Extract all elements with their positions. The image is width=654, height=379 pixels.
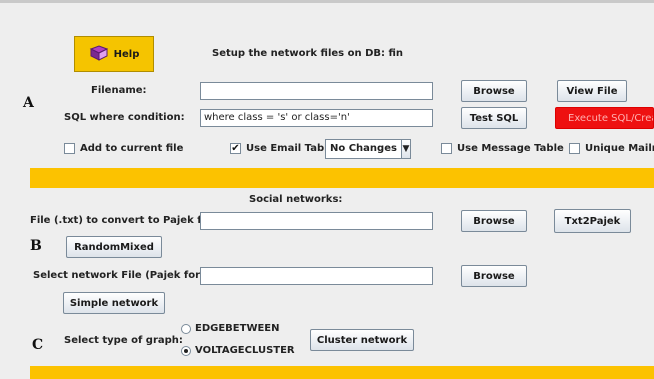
unique-mailref-checkbox[interactable]: Unique Mailref	[569, 143, 654, 154]
simple-network-button[interactable]: Simple network	[63, 292, 165, 314]
graph-type-label: Select type of graph:	[64, 335, 183, 346]
use-message-table-label: Use Message Table	[457, 143, 564, 154]
unique-mailref-label: Unique Mailref	[585, 143, 654, 154]
execute-sql-button[interactable]: Execute SQL/Creat	[555, 107, 654, 129]
radio-voltagecluster[interactable]: VOLTAGECLUSTER	[181, 345, 295, 356]
browse-filename-button[interactable]: Browse	[461, 80, 527, 102]
chevron-down-icon[interactable]: ▼	[401, 140, 410, 158]
cluster-network-button[interactable]: Cluster network	[310, 329, 414, 351]
checkbox-checked-icon: ✔	[230, 143, 241, 154]
use-email-table-checkbox[interactable]: ✔ Use Email Table	[230, 143, 334, 154]
voltagecluster-label: VOLTAGECLUSTER	[195, 345, 295, 356]
section-b-label: B	[30, 238, 42, 254]
txt2pajek-button[interactable]: Txt2Pajek	[554, 209, 631, 233]
changes-select[interactable]: No Changes ▼	[325, 139, 411, 159]
txt-file-input[interactable]	[200, 212, 433, 230]
radio-unselected-icon	[181, 323, 191, 334]
radio-edgebetween[interactable]: EDGEBETWEEN	[181, 323, 280, 334]
random-mixed-button[interactable]: RandomMixed	[66, 236, 162, 258]
use-email-table-label: Use Email Table	[246, 143, 335, 154]
checkbox-unchecked-icon	[64, 143, 75, 154]
sql-label: SQL where condition:	[64, 112, 185, 123]
help-button[interactable]: Help	[74, 36, 154, 72]
changes-select-value: No Changes	[326, 140, 402, 158]
browse-network-button[interactable]: Browse	[461, 265, 527, 287]
add-current-file-label: Add to current file	[80, 143, 184, 154]
section-c-label: C	[32, 337, 44, 353]
section-divider-bottom	[30, 366, 654, 379]
radio-selected-icon	[181, 345, 191, 356]
help-book-icon	[89, 44, 109, 64]
edgebetween-label: EDGEBETWEEN	[195, 323, 280, 334]
section-a-label: A	[23, 95, 34, 111]
help-label: Help	[113, 48, 140, 60]
filename-label: Filename:	[91, 85, 147, 96]
test-sql-button[interactable]: Test SQL	[461, 107, 527, 129]
checkbox-unchecked-icon	[569, 143, 580, 154]
social-networks-title: Social networks:	[249, 194, 343, 205]
checkbox-unchecked-icon	[441, 143, 452, 154]
setup-text: Setup the network files on DB: fin	[212, 48, 404, 59]
section-divider-ab	[30, 168, 654, 188]
browse-txt-button[interactable]: Browse	[461, 210, 527, 232]
sql-input[interactable]: where class = 's' or class='n'	[200, 109, 433, 127]
use-message-table-checkbox[interactable]: Use Message Table	[441, 143, 564, 154]
view-file-button[interactable]: View File	[557, 80, 627, 102]
add-current-file-checkbox[interactable]: Add to current file	[64, 143, 183, 154]
network-file-input[interactable]	[200, 267, 433, 285]
window-top-border	[0, 0, 654, 3]
filename-input[interactable]	[200, 82, 433, 100]
